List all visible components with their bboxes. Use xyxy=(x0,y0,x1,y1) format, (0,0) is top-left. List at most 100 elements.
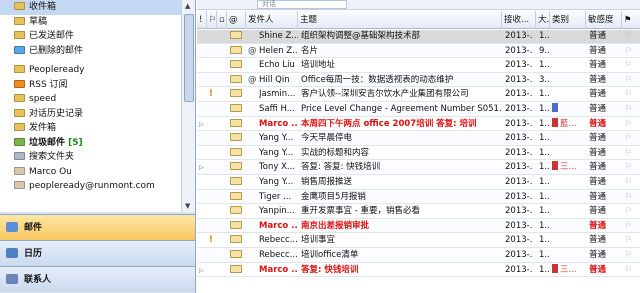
message-row[interactable]: ▷ Marco ...答复: 快钱培训 2013-... 1... 三... 普通 ⚐ xyxy=(197,263,640,278)
expand-icon[interactable]: ▷ xyxy=(199,264,205,277)
sensitivity: 普通 xyxy=(589,60,607,71)
envelope-shape xyxy=(230,264,242,273)
col-subject[interactable]: 主题 xyxy=(298,11,502,29)
message-row[interactable]: ! Jasmin... 客户认领--深圳安吉尔饮水产业集团有限公司 2013-... 1… xyxy=(197,88,640,102)
outbox-icon xyxy=(14,123,25,131)
col-from[interactable]: 发件人 xyxy=(246,11,298,29)
message-row[interactable]: Rebecc...培训office清单 2013-... 1... 普通 ⚐ xyxy=(197,249,640,263)
flag-icon[interactable]: ⚐ xyxy=(625,264,637,277)
flag-icon[interactable]: ⚐ xyxy=(625,45,637,58)
col-category[interactable]: 类别 xyxy=(550,11,586,29)
folder-item[interactable]: speed xyxy=(0,92,181,107)
col-size[interactable]: 大. xyxy=(536,11,550,29)
folder-item[interactable]: Marco Ou xyxy=(0,165,181,180)
rss-icon xyxy=(14,79,25,88)
flag-icon[interactable]: ⚐ xyxy=(625,132,637,145)
folder-item[interactable]: peopleready@runmont.com xyxy=(0,179,181,194)
unread-count: [5] xyxy=(65,137,83,148)
subject: 培训事宜 xyxy=(301,235,336,246)
folder-item[interactable]: 已发送邮件 xyxy=(0,29,181,44)
subject: 本周四下午两点 office 2007培训 答复: 培训 xyxy=(301,118,477,129)
nav-button[interactable]: 邮件 xyxy=(0,214,195,240)
category xyxy=(552,234,582,247)
flag-icon[interactable]: ⚐ xyxy=(625,176,637,189)
message-row[interactable]: Yang Y... 销售周报推送 2013-... 1... 普通 ⚐ xyxy=(197,176,640,190)
scroll-up-icon[interactable]: ▲ xyxy=(185,2,190,10)
expand-icon[interactable]: ▷ xyxy=(199,118,205,131)
contact-icon xyxy=(14,166,25,175)
folder-item[interactable]: 搜索文件夹 xyxy=(0,150,181,165)
message-row[interactable]: Shine Z...组织架构调整@基础架构技术部 2013-... 1... 普通 ⚐ xyxy=(197,30,640,44)
sort-importance-icon[interactable]: ! xyxy=(197,11,207,29)
size: 1... xyxy=(539,162,549,173)
col-sensitivity[interactable]: 敏感度 xyxy=(586,11,622,29)
flag-icon[interactable]: ⚐ xyxy=(625,191,637,204)
received-date: 2013-... xyxy=(505,162,533,173)
message-row[interactable]: ▷ Tony X... 答复: 答复: 快钱培训 2013-... 1... 三... 普通… xyxy=(197,161,640,175)
message-row[interactable]: Echo Liu 培训地址 2013-... 1... 普通 ⚐ xyxy=(197,59,640,73)
col-flag-icon[interactable]: ⚑ xyxy=(622,11,640,29)
flag-icon[interactable]: ⚐ xyxy=(625,249,637,262)
col-received[interactable]: 接收... xyxy=(502,11,536,29)
flag-icon[interactable]: ⚐ xyxy=(625,118,637,131)
message-row[interactable]: @Helen Z...名片 2013-... 9... 普通 ⚐ xyxy=(197,44,640,59)
flag-icon[interactable]: ⚐ xyxy=(625,234,637,247)
envelope-shape xyxy=(230,104,242,112)
folder-scrollbar[interactable]: ▲ ▼ xyxy=(181,0,195,212)
message-row[interactable]: Yang Y... 实战的标题和内容 2013-... 1... 普通 ⚐ xyxy=(197,147,640,161)
flag-icon[interactable]: ⚐ xyxy=(625,74,637,87)
sort-type-icon[interactable]: ▫ xyxy=(217,11,227,29)
search-input[interactable]: 对话 xyxy=(257,0,347,9)
flag-icon[interactable]: ⚐ xyxy=(625,220,637,233)
folder-item[interactable]: Peopleready xyxy=(0,63,181,78)
sender: Marco ... xyxy=(259,264,298,275)
envelope-shape xyxy=(230,45,242,54)
flag-icon[interactable]: ⚐ xyxy=(625,88,637,101)
folder-item[interactable]: 草稿 xyxy=(0,15,181,30)
message-row[interactable]: ! Rebecc...培训事宜 2013-... 1... 普通 ⚐ xyxy=(197,234,640,248)
size: 1... xyxy=(539,89,549,100)
message-row[interactable]: Yanpin... 重开发票事宜 - 重要，销售必看 2013-... 1... 普通 ⚐ xyxy=(197,205,640,219)
sort-flag-icon[interactable]: ⚐ xyxy=(207,11,217,29)
drafts-icon xyxy=(14,16,25,25)
folder-item[interactable]: 对话历史记录 xyxy=(0,107,181,122)
received-date: 2013-... xyxy=(505,118,533,129)
folder-item[interactable]: 收件箱 xyxy=(0,0,181,15)
flag-icon[interactable]: ⚐ xyxy=(625,30,637,43)
envelope-shape xyxy=(230,89,242,98)
sender: Marco ... xyxy=(259,220,298,231)
subject: 名片 xyxy=(301,45,319,56)
flag-icon[interactable]: ⚐ xyxy=(625,103,637,116)
folder-item[interactable]: 已删除的邮件 xyxy=(0,44,181,59)
mail-icon xyxy=(6,222,18,232)
folder-item[interactable]: RSS 订阅 xyxy=(0,78,181,93)
envelope-shape xyxy=(230,191,242,200)
envelope-shape xyxy=(230,220,242,229)
message-row[interactable]: Yang Y... 今天早晨停电 2013-... 1... 普通 ⚐ xyxy=(197,132,640,146)
folder-item[interactable]: 发件箱 xyxy=(0,121,181,136)
expand-icon[interactable]: ▷ xyxy=(199,161,205,174)
flag-icon[interactable]: ⚐ xyxy=(625,59,637,72)
folder-item[interactable]: 垃圾邮件 [5] xyxy=(0,136,181,151)
message-row[interactable]: ▷ Marco ... 本周四下午两点 office 2007培训 答复: 培训 20… xyxy=(197,117,640,132)
scroll-thumb[interactable] xyxy=(184,14,194,102)
message-row[interactable]: Tiger ... 金鹰项目5月报销 2013-... 1... 普通 ⚐ xyxy=(197,190,640,205)
message-row[interactable]: @Hill Qin Office每周一技：数据透视表的动态维护 2013-... 3.… xyxy=(197,73,640,88)
envelope-shape xyxy=(230,31,242,39)
nav-buttons: 邮件 日历 联系人 xyxy=(0,214,195,292)
category-swatch xyxy=(552,161,558,171)
message-row[interactable]: Marco ...南京出差报销审批 2013-... 1... 普通 ⚐ xyxy=(197,219,640,234)
flag-icon[interactable]: ⚐ xyxy=(625,147,637,160)
received-date: 2013-... xyxy=(505,235,533,246)
nav-button[interactable]: 联系人 xyxy=(0,266,195,292)
message-row[interactable]: Saffi H... Price Level Change - Agreement… xyxy=(197,103,640,117)
flag-icon[interactable]: ⚐ xyxy=(625,205,637,218)
subject: 今天早晨停电 xyxy=(301,133,353,144)
category xyxy=(552,45,582,58)
received-date: 2013-... xyxy=(505,177,533,187)
scroll-down-icon[interactable]: ▼ xyxy=(185,202,190,210)
folder-label: peopleready@runmont.com xyxy=(29,181,155,191)
nav-button[interactable]: 日历 xyxy=(0,240,195,266)
flag-icon[interactable]: ⚐ xyxy=(625,161,637,174)
sort-attachment-icon[interactable]: @ xyxy=(227,11,246,29)
